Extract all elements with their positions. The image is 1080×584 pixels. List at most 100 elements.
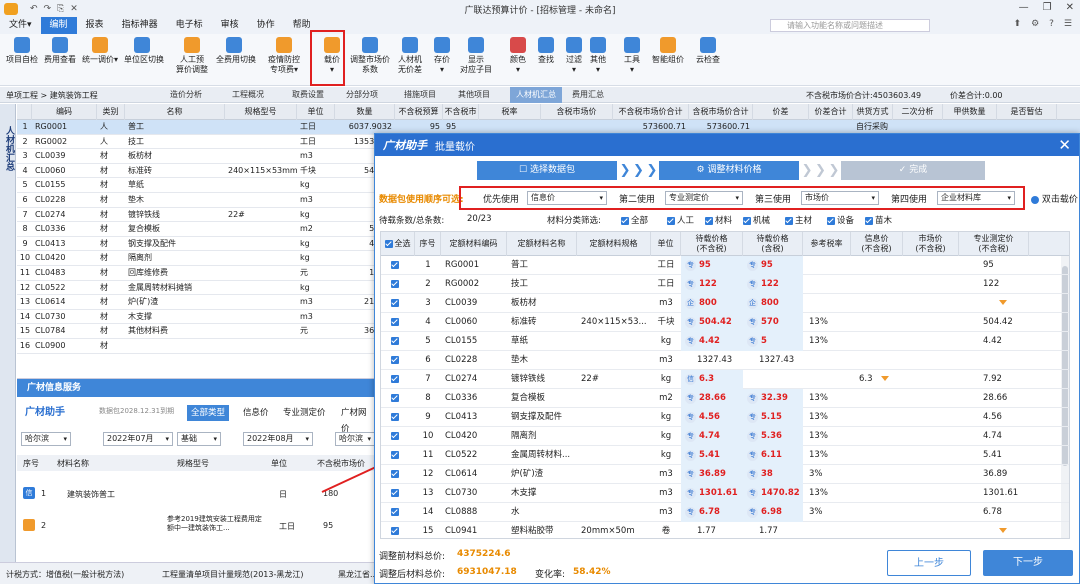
filter-checkbox[interactable]: 苗木 (865, 214, 892, 226)
price-column-header[interactable]: 定额材料规格 (577, 232, 651, 256)
column-header[interactable]: 甲供数量 (943, 104, 997, 120)
filter-checkbox[interactable]: 机械 (743, 214, 770, 226)
menu-item[interactable]: 编制 (40, 17, 77, 34)
tab-2[interactable]: 取费设置 (286, 87, 330, 103)
menu-item[interactable]: 审核 (212, 17, 248, 34)
breadcrumb[interactable]: 单项工程 > 建筑装饰工程 (6, 90, 98, 101)
row-checkbox[interactable] (391, 332, 405, 351)
price-row[interactable]: 11 CL0522 金属周转材料... kg 专 5.41 专 6.11 13% 5.41 (381, 446, 1069, 465)
price-row[interactable]: 8 CL0336 复合模板 m2 专 28.66 专 32.39 13% 28.66 (381, 389, 1069, 408)
column-header[interactable]: 供货方式 (853, 104, 893, 120)
toolbar-button[interactable]: 调整市场价 系数 (348, 37, 392, 75)
price-incl-tax-cell[interactable]: 专 5.36 (743, 427, 803, 446)
filter-checkbox[interactable]: 材料 (705, 214, 732, 226)
price-dropdown[interactable] (999, 294, 1009, 313)
quick-access-icon[interactable]: ✕ (70, 4, 78, 14)
previous-step-button[interactable]: 上一步 (887, 550, 971, 576)
price-excl-tax-cell[interactable]: 专 4.74 (681, 427, 743, 446)
menu-item[interactable]: 报表 (77, 17, 113, 34)
price-incl-tax-cell[interactable]: 专 1470.82 (743, 484, 803, 503)
column-header[interactable]: 名称 (125, 104, 225, 120)
toolbar-button[interactable]: 其他 ▾ (580, 37, 616, 75)
price-excl-tax-cell[interactable]: 专 36.89 (681, 465, 743, 484)
price-excl-tax-cell[interactable]: 专 6.78 (681, 503, 743, 522)
column-header[interactable]: 价差合计 (809, 104, 853, 120)
function-search-input[interactable]: 请输入功能名称或问题描述 (770, 19, 930, 32)
price-incl-tax-cell[interactable]: 专 6.11 (743, 446, 803, 465)
tab-3[interactable]: 分部分项 (340, 87, 384, 103)
price-row[interactable]: 9 CL0413 钢支撑及配件 kg 专 4.56 专 5.15 13% 4.56 (381, 408, 1069, 427)
price-column-header[interactable]: 单位 (651, 232, 681, 256)
price-excl-tax-cell[interactable]: 企 800 (681, 294, 743, 313)
info-filter-select[interactable]: 哈尔滨 ▾ (335, 432, 375, 446)
row-checkbox[interactable] (391, 446, 405, 465)
info-table-row[interactable]: 2 参考2019建筑安装工程费用定额中一建筑装饰工... 工日 95 (17, 513, 377, 541)
price-column-header[interactable]: 参考税率 (803, 232, 851, 256)
info-tab[interactable]: 全部类型 (187, 405, 230, 421)
column-header[interactable]: 是否暂估 (997, 104, 1057, 120)
column-header[interactable]: 含税市场价合计 (689, 104, 753, 120)
menu-right-icon[interactable]: ? (1049, 19, 1054, 29)
column-header[interactable]: 不含税预算价 (395, 104, 443, 132)
tab-1[interactable]: 工程概况 (226, 87, 270, 103)
price-excl-tax-cell[interactable]: 专 504.42 (681, 313, 743, 332)
tab-4[interactable]: 措施项目 (398, 87, 442, 103)
menu-item[interactable]: 电子标 (167, 17, 212, 34)
column-header[interactable]: 含税市场价 (541, 104, 613, 120)
next-step-button[interactable]: 下一步 (983, 550, 1073, 576)
maximize-icon[interactable]: ❐ (1043, 2, 1052, 13)
price-excl-tax-cell[interactable]: 专 122 (681, 275, 743, 294)
toolbar-button[interactable]: 工具 ▾ (614, 37, 650, 75)
price-row[interactable]: 4 CL0060 标准砖 240×115×53... 千块专 504.42 专 570 13% 5… (381, 313, 1069, 332)
priority-select[interactable]: 专业测定价 ▾ (665, 191, 743, 205)
column-header[interactable]: 价差 (753, 104, 809, 120)
tab-7[interactable]: 费用汇总 (566, 87, 610, 103)
price-incl-tax-cell[interactable]: 专 570 (743, 313, 803, 332)
price-incl-tax-cell[interactable]: 专 38 (743, 465, 803, 484)
info-tab[interactable]: 广材网价 (337, 405, 377, 434)
info-filter-select[interactable]: 2022年08月 ▾ (243, 432, 313, 446)
menu-item[interactable]: 指标神器 (113, 17, 167, 34)
row-checkbox[interactable] (391, 427, 405, 446)
minimize-icon[interactable]: — (1019, 2, 1029, 13)
row-checkbox[interactable] (391, 465, 405, 484)
quick-access-icon[interactable]: ⎘ (57, 4, 64, 14)
row-checkbox[interactable] (391, 351, 405, 370)
price-row[interactable]: 10 CL0420 隔离剂 kg 专 4.74 专 5.36 13% 4.74 (381, 427, 1069, 446)
row-checkbox[interactable] (391, 503, 405, 522)
price-row[interactable]: 2 RG0002 技工 工日专 122 专 122 122 (381, 275, 1069, 294)
price-column-header[interactable]: 待载价格 (不含税) (681, 232, 743, 256)
price-row[interactable]: 13 CL0730 木支撑 m3 专 1301.61 专 1470.82 13% 1301.61 (381, 484, 1069, 503)
price-incl-tax-cell[interactable]: 企 800 (743, 294, 803, 313)
menu-right-icon[interactable]: ⚙ (1031, 19, 1039, 29)
price-row[interactable]: 7 CL0274 镀锌铁线 22# kg 信 6.3 6.3 7.92 (381, 370, 1069, 389)
info-price-dropdown[interactable] (881, 370, 891, 389)
filter-checkbox[interactable]: 人工 (667, 214, 694, 226)
toolbar-button[interactable]: 智能组价 (650, 37, 686, 65)
price-row[interactable]: 14 CL0888 水 m3 专 6.78 专 6.98 3% 6.78 (381, 503, 1069, 522)
toolbar-button[interactable]: 人工预 算价调整 (170, 37, 214, 75)
price-incl-tax-cell[interactable]: 专 32.39 (743, 389, 803, 408)
price-row[interactable]: 6 CL0228 垫木 m3 1327.43 1327.43 (381, 351, 1069, 370)
info-tab[interactable]: 信息价 (239, 405, 273, 421)
toolbar-button[interactable]: 人材机 无价差 (392, 37, 428, 75)
price-excl-tax-cell[interactable]: 1327.43 (681, 351, 743, 370)
info-filter-select[interactable]: 哈尔滨 ▾ (21, 432, 71, 446)
column-header[interactable]: 不含税市场价合计 (613, 104, 689, 120)
column-header[interactable]: 税率 (479, 104, 541, 120)
column-header[interactable]: 不含税市场价 (443, 104, 479, 132)
row-checkbox[interactable] (391, 484, 405, 503)
toolbar-button[interactable]: 费用查看 (42, 37, 78, 65)
toolbar-button[interactable]: 显示 对应子目 (458, 37, 494, 75)
price-excl-tax-cell[interactable]: 专 1301.61 (681, 484, 743, 503)
price-column-header[interactable]: 定额材料名称 (507, 232, 577, 256)
price-column-header[interactable]: 待载价格 (含税) (743, 232, 803, 256)
price-excl-tax-cell[interactable]: 专 28.66 (681, 389, 743, 408)
info-filter-select[interactable]: 2022年07月 ▾ (103, 432, 173, 446)
toolbar-button[interactable]: 云检查 (690, 37, 726, 65)
toolbar-button[interactable]: 项目自检 (4, 37, 40, 65)
info-filter-select[interactable]: 基础 ▾ (177, 432, 221, 446)
row-checkbox[interactable] (391, 522, 405, 538)
toolbar-button[interactable]: 全费用切换 (216, 37, 256, 65)
quick-access-icon[interactable]: ↶ (30, 4, 38, 14)
